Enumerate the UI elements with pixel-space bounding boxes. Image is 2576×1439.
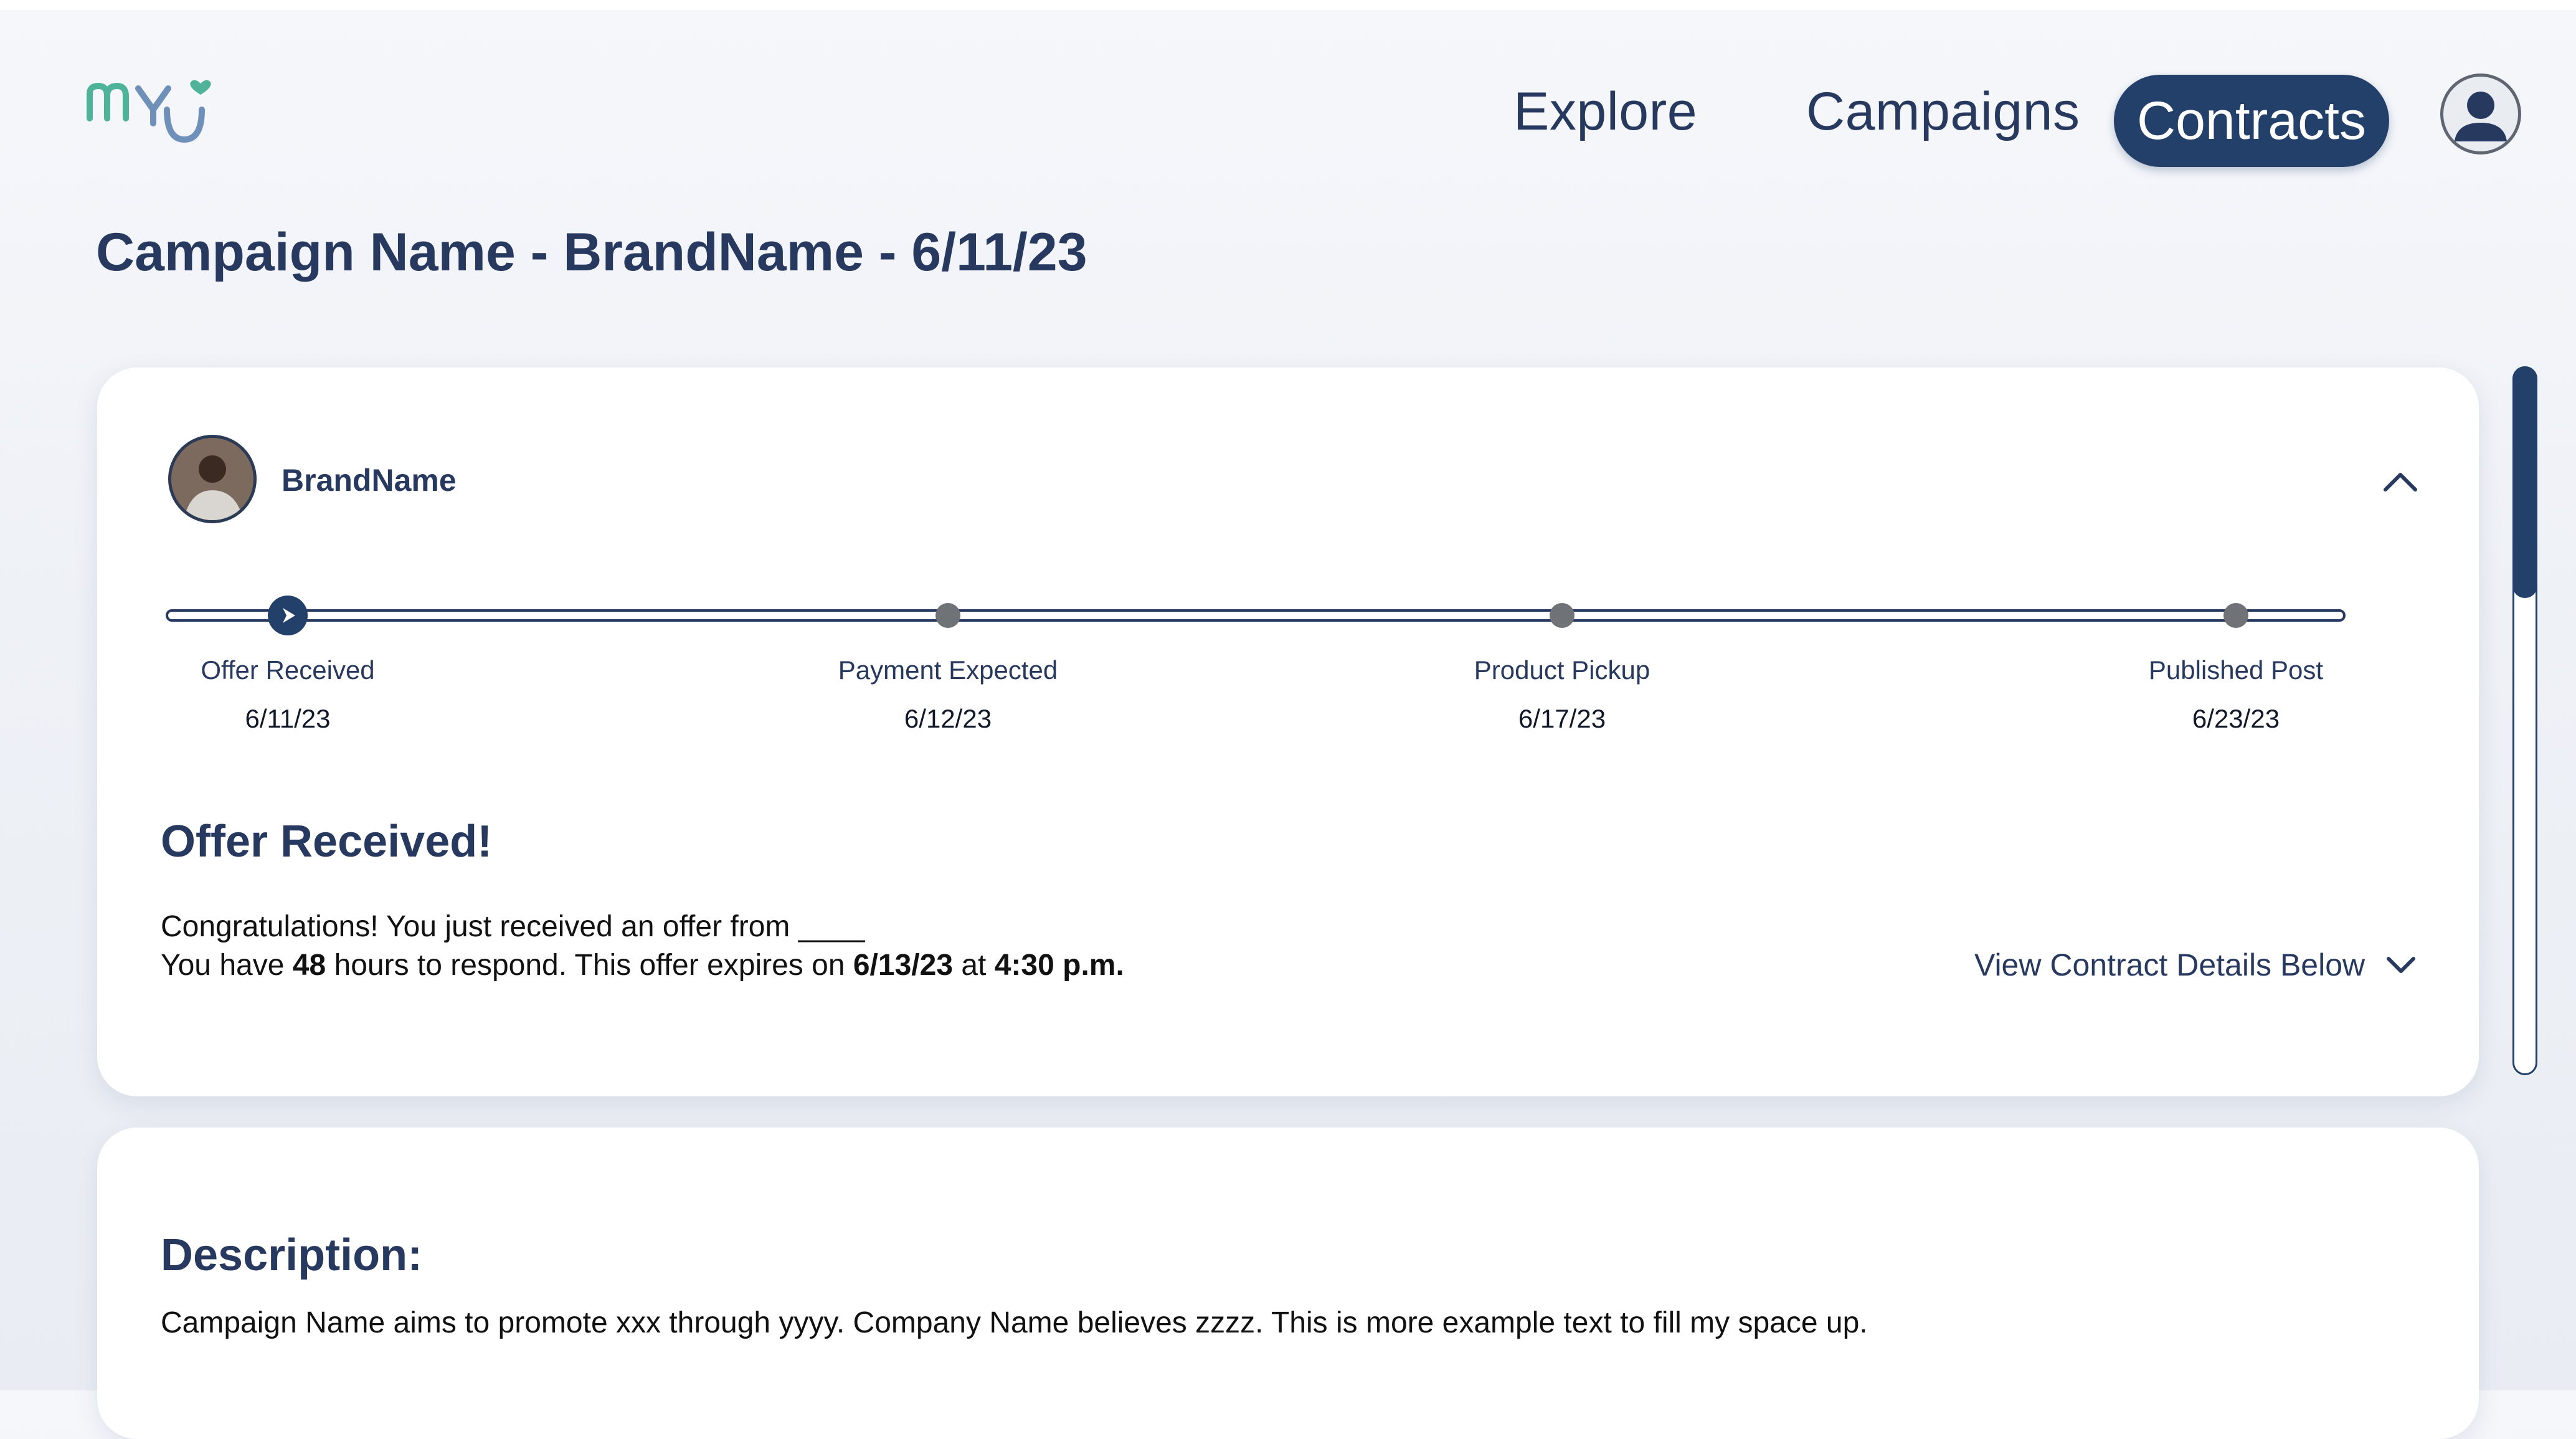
scrollbar-thumb[interactable]: [2512, 366, 2537, 598]
contract-status-card: BrandName Offer Received Payment Expecte…: [97, 368, 2479, 1096]
expiry-date: 6/13/23: [853, 949, 954, 982]
collapse-button[interactable]: [2374, 455, 2427, 507]
chevron-up-icon: [2384, 473, 2417, 492]
deadline-prefix: You have: [161, 949, 293, 982]
page-title: Campaign Name - BrandName - 6/11/23: [96, 222, 1087, 282]
brand-avatar: [168, 435, 257, 523]
chevron-down-icon: [2387, 957, 2416, 973]
top-strip: [0, 0, 2576, 10]
step-date: 6/17/23: [1518, 704, 1606, 733]
nav-contracts[interactable]: Contracts: [2114, 75, 2389, 167]
expiry-time: 4:30 p.m.: [994, 949, 1124, 982]
play-icon: [283, 608, 295, 623]
description-heading: Description:: [161, 1230, 423, 1280]
myu-logo[interactable]: [85, 75, 215, 150]
nav-campaigns[interactable]: Campaigns: [1806, 81, 2080, 143]
deadline-at: at: [953, 949, 995, 982]
step-date: 6/23/23: [2192, 704, 2280, 733]
offer-heading: Offer Received!: [161, 817, 493, 867]
timeline-node-offer-received: [268, 596, 308, 635]
step-label: Payment Expected: [838, 655, 1058, 685]
brand-name: BrandName: [282, 463, 457, 498]
step-date: 6/11/23: [245, 704, 331, 733]
logo-icon: [87, 80, 211, 143]
timeline-node-published-post: [2223, 603, 2248, 628]
view-contract-details-button[interactable]: View Contract Details Below: [1974, 947, 2416, 983]
timeline-node-payment-expected: [935, 603, 960, 628]
deadline-hours: 48: [292, 949, 326, 982]
profile-button[interactable]: [2440, 74, 2521, 154]
offer-deadline-text: You have 48 hours to respond. This offer…: [161, 948, 1124, 982]
description-card: Description: Campaign Name aims to promo…: [97, 1128, 2479, 1439]
avatar-photo-icon: [171, 438, 253, 520]
deadline-mid: hours to respond. This offer expires on: [326, 949, 853, 982]
description-text: Campaign Name aims to promote xxx throug…: [161, 1306, 1868, 1339]
step-label: Published Post: [2148, 655, 2324, 685]
user-icon: [2455, 92, 2507, 141]
nav-explore[interactable]: Explore: [1513, 81, 1697, 143]
step-label: Product Pickup: [1474, 655, 1650, 685]
step-date: 6/12/23: [904, 704, 992, 733]
step-label: Offer Received: [201, 655, 375, 685]
offer-congrats-text: Congratulations! You just received an of…: [161, 910, 865, 943]
progress-timeline: [166, 609, 2346, 622]
view-details-label: View Contract Details Below: [1974, 947, 2365, 982]
timeline-node-product-pickup: [1550, 603, 1574, 628]
